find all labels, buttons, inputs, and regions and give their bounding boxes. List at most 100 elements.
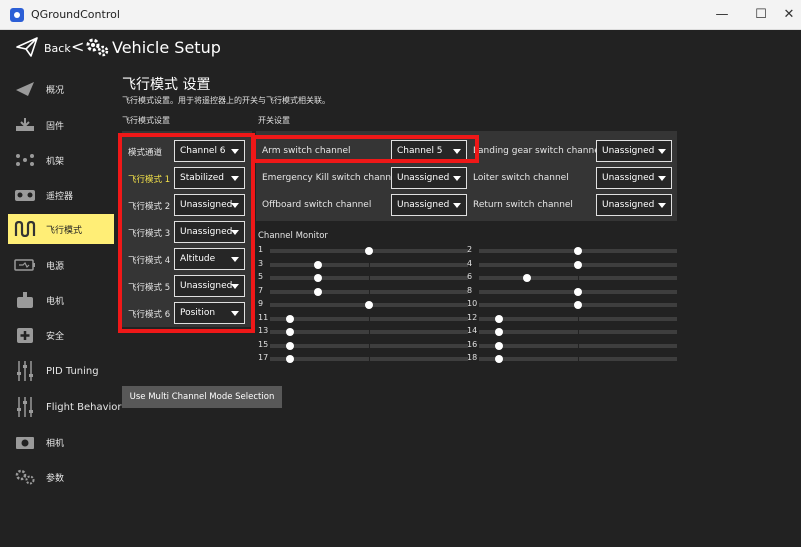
sidebar-item-label: 电源 [46,261,65,272]
channel-8-label: 8 [467,285,473,295]
sidebar-item-motors[interactable]: 电机 [8,285,114,315]
sidebar-item-label: 飞行模式 [46,225,83,236]
camera-icon [14,433,36,451]
channel-13-bar [270,328,468,336]
sidebar-item-airframe[interactable]: 机架 [8,145,114,175]
channel-center-tick [369,274,370,282]
channel-4-label: 4 [467,258,473,268]
dropdown-value: Stabilized [180,173,224,183]
channel-18-label: 18 [467,353,478,362]
motor-icon [14,291,36,309]
airframe-icon [14,151,36,169]
mode-channel-label: 模式通道 [128,148,163,158]
flight-mode-settings-title: 飞行模式设置 [122,116,170,125]
channel-11-bar [270,314,468,323]
caret-down-icon [658,149,666,154]
caret-down-icon [231,257,239,262]
radio-controller-icon [14,186,36,204]
caret-down-icon [453,203,461,208]
loiter-switch-label: Loiter switch channel [473,173,569,183]
channel-center-tick [578,341,579,350]
minimize-button[interactable]: — [710,5,734,25]
caret-down-icon [231,284,239,289]
back-button[interactable]: Back [44,42,71,55]
channel-monitor-title: Channel Monitor [258,231,328,241]
window-titlebar: QGroundControl — ☐ ✕ [0,0,801,30]
caret-down-icon [658,203,666,208]
channel-9-label: 9 [258,299,264,308]
maximize-button[interactable]: ☐ [749,5,773,25]
channel-center-tick [369,355,370,363]
channel-center-tick [369,287,370,296]
channel-center-tick [369,260,370,269]
channel-center-tick [578,274,579,282]
sidebar-item-summary[interactable]: 概况 [8,74,114,104]
sidebar-item-radio[interactable]: 遥控器 [8,180,114,210]
flight-mode-2-dropdown[interactable]: Unassigned [174,194,245,216]
channel-center-tick [578,328,579,336]
flight-mode-5-dropdown[interactable]: Unassigned [174,275,245,297]
arm-switch-dropdown[interactable]: Channel 5 [391,140,467,162]
flight-mode-3-label: 飞行模式 3 [128,229,171,239]
flight-mode-6-dropdown[interactable]: Position [174,302,245,324]
sidebar-item-power[interactable]: 电源 [8,250,114,280]
landing-gear-switch-label: Landing gear switch channel [473,146,603,156]
close-button[interactable]: ✕ [777,5,801,25]
channel-center-tick [369,341,370,350]
mode-channel-dropdown[interactable]: Channel 6 [174,140,245,162]
setup-sidebar: 概况 固件 机架 遥控器 飞行模式 电源 电机 安全 PID Tuning Fl… [0,66,122,547]
channel-1-indicator [365,247,373,255]
channel-center-tick [578,314,579,323]
battery-icon [14,256,36,274]
return-switch-label: Return switch channel [473,200,573,210]
kill-switch-dropdown[interactable]: Unassigned [391,167,467,189]
sidebar-item-label: 相机 [46,438,65,449]
channel-7-bar [270,287,468,296]
channel-15-indicator [285,341,294,350]
qgroundcontrol-logo-icon [10,8,24,22]
sidebar-item-parameters[interactable]: 参数 [8,462,114,492]
paper-plane-icon[interactable] [16,37,38,61]
sidebar-item-safety[interactable]: 安全 [8,320,114,350]
parameters-gear-icon [14,468,36,486]
sidebar-item-flight-behavior[interactable]: Flight Behavior [8,392,122,422]
channel-2-indicator [574,247,582,255]
breadcrumb-separator: < [71,37,85,56]
multi-channel-mode-button[interactable]: Use Multi Channel Mode Selection [122,386,282,408]
sidebar-item-flight-modes[interactable]: 飞行模式 [8,214,114,244]
gears-icon [84,36,110,62]
channel-14-indicator [494,328,503,336]
flight-mode-1-dropdown[interactable]: Stabilized [174,167,245,189]
dropdown-value: Position [180,308,216,318]
flight-mode-1-label: 飞行模式 1 [128,175,171,185]
sidebar-item-pid-tuning[interactable]: PID Tuning [8,356,114,386]
channel-15-bar [270,341,468,350]
sidebar-item-firmware[interactable]: 固件 [8,110,114,140]
channel-12-label: 12 [467,312,478,322]
offboard-switch-dropdown[interactable]: Unassigned [391,194,467,216]
section-description: 飞行模式设置。用于将遥控器上的开关与飞行模式相关联。 [122,96,330,105]
caret-down-icon [231,149,239,154]
sidebar-item-label: Flight Behavior [46,401,122,413]
sidebar-item-camera[interactable]: 相机 [8,427,114,457]
dropdown-value: Unassigned [180,227,233,237]
flight-mode-6-label: 飞行模式 6 [128,310,171,320]
channel-9-indicator [365,301,373,309]
caret-down-icon [231,311,239,316]
channel-14-bar [479,328,677,336]
landing-gear-switch-dropdown[interactable]: Unassigned [596,140,672,162]
channel-8-indicator [574,287,582,296]
flight-mode-3-dropdown[interactable]: Unassigned [174,221,245,243]
loiter-switch-dropdown[interactable]: Unassigned [596,167,672,189]
dropdown-value: Unassigned [180,200,233,210]
dropdown-value: Unassigned [397,200,450,210]
window-title: QGroundControl [31,8,120,21]
flight-mode-4-dropdown[interactable]: Altitude [174,248,245,270]
channel-5-label: 5 [258,272,264,281]
safety-icon [14,326,36,344]
channel-6-bar [479,274,677,282]
dropdown-value: Channel 5 [397,146,443,156]
return-switch-dropdown[interactable]: Unassigned [596,194,672,216]
caret-down-icon [231,203,239,208]
channel-1-label: 1 [258,245,264,254]
